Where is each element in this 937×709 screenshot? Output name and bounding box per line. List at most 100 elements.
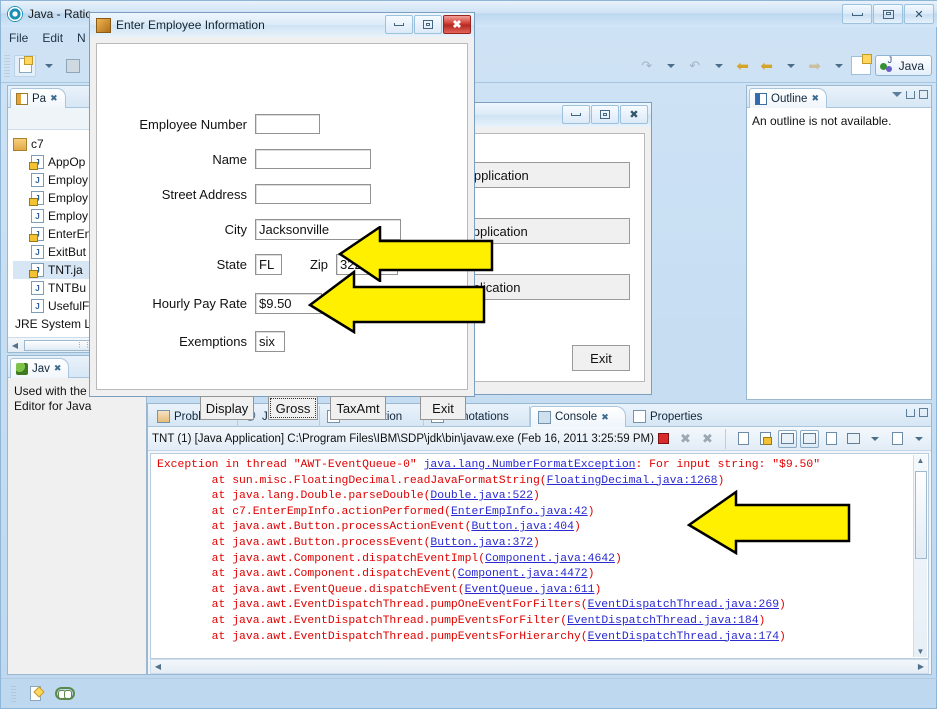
stack-trace-link[interactable]: EnterEmpInfo.java:42 xyxy=(451,506,588,518)
scroll-up-icon[interactable]: ▲ xyxy=(917,455,925,466)
button-label: Exit xyxy=(590,350,612,366)
tab-properties[interactable]: Properties xyxy=(626,406,718,427)
emp-dialog-minimize-button[interactable] xyxy=(385,15,413,34)
console-view-tools xyxy=(906,408,928,417)
terminate-button[interactable] xyxy=(654,430,673,448)
scroll-thumb[interactable] xyxy=(914,471,927,559)
close-icon[interactable]: ✖ xyxy=(54,363,62,374)
stack-trace-link[interactable]: EventDispatchThread.java:184 xyxy=(567,615,758,627)
save-button[interactable] xyxy=(62,55,84,77)
stack-line-text: at java.awt.Button.processActionEvent( xyxy=(157,521,472,534)
gross-button[interactable]: Gross xyxy=(268,396,318,420)
stack-trace-link[interactable]: Component.java:4642 xyxy=(485,553,615,565)
dialog-exit-button[interactable]: Exit xyxy=(420,396,466,420)
close-icon[interactable]: ✖ xyxy=(50,93,58,104)
minimize-view-icon[interactable] xyxy=(906,90,915,99)
close-icon[interactable]: ✖ xyxy=(811,93,819,104)
new-wizard-button[interactable] xyxy=(14,54,36,77)
stack-line-tail: ) xyxy=(573,521,581,534)
perspective-java-button[interactable]: J Java xyxy=(874,55,932,76)
emp-dialog-maximize-button[interactable] xyxy=(414,15,442,34)
maximize-view-icon[interactable] xyxy=(919,408,928,417)
tab-console[interactable]: Console ✖ xyxy=(530,406,626,427)
open-console-button[interactable] xyxy=(822,430,841,448)
remove-all-terminated-button[interactable]: ✖ xyxy=(698,430,717,448)
ide-maximize-button[interactable] xyxy=(873,4,903,24)
properties-icon xyxy=(633,410,646,423)
perspective-label: Java xyxy=(898,58,924,73)
stack-trace-link[interactable]: Component.java:4472 xyxy=(458,568,588,580)
exemptions-input[interactable]: six xyxy=(255,331,285,352)
employee-number-input[interactable] xyxy=(255,114,320,134)
stack-trace-line: at java.awt.EventDispatchThread.pumpEven… xyxy=(157,614,924,630)
console-menu-dropdown[interactable] xyxy=(910,430,929,448)
pin-console-button[interactable] xyxy=(777,429,797,448)
tab-outline[interactable]: Outline ✖ xyxy=(749,88,827,108)
display-button[interactable]: Display xyxy=(200,396,254,420)
tnt-maximize-button[interactable] xyxy=(591,105,619,124)
menu-file[interactable]: File xyxy=(9,31,28,45)
stack-trace-link[interactable]: EventDispatchThread.java:269 xyxy=(588,599,779,611)
emp-dialog-window-controls: ✖ xyxy=(385,15,471,34)
taxamt-button[interactable]: TaxAmt xyxy=(330,396,386,420)
outline-body: An outline is not available. xyxy=(747,108,931,399)
console-menu-button[interactable] xyxy=(888,430,907,448)
menu-edit[interactable]: Edit xyxy=(42,31,63,45)
javabeans-view: Jav ✖ Used with the Visual Editor for Ja… xyxy=(7,355,147,675)
toolbar-grip[interactable] xyxy=(4,54,10,77)
display-selected-console-button[interactable] xyxy=(799,429,819,448)
new-console-dropdown[interactable] xyxy=(866,430,885,448)
stack-trace-link[interactable]: Button.java:372 xyxy=(430,537,533,549)
smart-insert-icon xyxy=(55,687,75,700)
state-input[interactable]: FL xyxy=(255,254,282,275)
scroll-right-icon[interactable]: ▶ xyxy=(914,662,928,671)
new-console-view-button[interactable] xyxy=(844,430,863,448)
new-console-view-icon xyxy=(846,433,860,444)
scroll-down-icon[interactable]: ▼ xyxy=(917,646,925,657)
minimize-view-icon[interactable] xyxy=(906,408,915,417)
ide-close-button[interactable]: ✕ xyxy=(904,4,934,24)
tnt-minimize-button[interactable] xyxy=(562,105,590,124)
stack-line-text: at java.awt.EventDispatchThread.pumpOneE… xyxy=(157,599,588,612)
street-address-input[interactable] xyxy=(255,184,371,204)
menu-navigate[interactable]: N xyxy=(77,31,86,45)
console-hscrollbar[interactable]: ◀ ▶ xyxy=(150,659,929,674)
stack-trace-link[interactable]: java.lang.NumberFormatException xyxy=(424,459,636,471)
chevron-down-icon xyxy=(666,63,675,68)
tnt-exit-button[interactable]: Exit xyxy=(572,345,630,371)
stack-trace-link[interactable]: FloatingDecimal.java:1268 xyxy=(547,475,718,487)
forward-dropdown[interactable] xyxy=(828,55,850,77)
open-perspective-button[interactable] xyxy=(850,54,872,75)
maximize-view-icon[interactable] xyxy=(919,90,928,99)
view-menu-icon[interactable] xyxy=(892,92,902,97)
console-vscrollbar[interactable]: ▲ ▼ xyxy=(913,455,927,657)
scroll-lock-icon xyxy=(759,432,772,445)
tab-javabeans[interactable]: Jav ✖ xyxy=(10,358,70,378)
ide-minimize-button[interactable] xyxy=(842,4,872,24)
remove-launch-button[interactable]: ✖ xyxy=(676,430,695,448)
step-into-button[interactable]: ↷ xyxy=(636,55,658,77)
tab-package-explorer[interactable]: Pa ✖ xyxy=(10,88,66,108)
name-input[interactable] xyxy=(255,149,371,169)
step-over-button[interactable]: ↶ xyxy=(684,55,706,77)
stack-trace-link[interactable]: EventDispatchThread.java:174 xyxy=(588,631,779,643)
back-history-button[interactable]: ⬅ xyxy=(732,55,754,77)
step-over-dropdown[interactable] xyxy=(708,55,730,77)
close-icon[interactable]: ✖ xyxy=(601,412,609,423)
clear-console-button[interactable] xyxy=(734,430,753,448)
console-output[interactable]: Exception in thread "AWT-EventQueue-0" j… xyxy=(150,453,929,659)
scroll-left-icon[interactable]: ◀ xyxy=(8,341,22,350)
stack-line-text: at java.awt.Component.dispatchEvent( xyxy=(157,568,458,581)
stack-trace-link[interactable]: Double.java:522 xyxy=(430,490,533,502)
tnt-close-button[interactable]: ✖ xyxy=(620,105,648,124)
scroll-left-icon[interactable]: ◀ xyxy=(151,662,165,671)
new-dropdown-button[interactable] xyxy=(38,55,60,77)
back-button[interactable]: ⬅ xyxy=(756,55,778,77)
stack-trace-link[interactable]: EventQueue.java:611 xyxy=(465,584,595,596)
step-into-dropdown[interactable] xyxy=(660,55,682,77)
forward-button[interactable]: ➡ xyxy=(804,55,826,77)
back-dropdown[interactable] xyxy=(780,55,802,77)
emp-dialog-close-button[interactable]: ✖ xyxy=(443,15,471,34)
stack-trace-link[interactable]: Button.java:404 xyxy=(471,521,574,533)
scroll-lock-button[interactable] xyxy=(756,430,775,448)
